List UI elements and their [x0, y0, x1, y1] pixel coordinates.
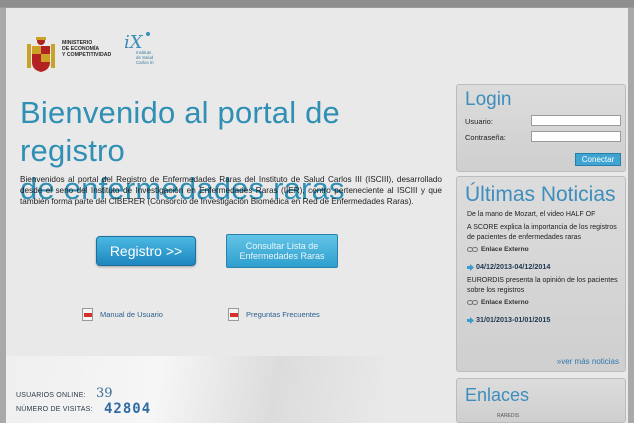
news-panel: Últimas Noticias De la mano de Mozart, e…	[456, 176, 626, 372]
login-panel: Login Usuario: Contraseña: Conectar	[456, 84, 626, 172]
ministry-name: MINISTERIO DE ECONOMÍA Y COMPETITIVIDAD	[62, 40, 112, 58]
login-title: Login	[465, 89, 512, 110]
more-news-link[interactable]: »ver más noticias	[557, 357, 619, 366]
password-input[interactable]	[531, 131, 621, 142]
arrow-right-icon	[467, 264, 474, 271]
news-title: Últimas Noticias	[465, 183, 616, 206]
links-panel: Enlaces RAREDIS	[456, 378, 626, 423]
online-users-count: 39	[96, 386, 113, 401]
news-date: 31/01/2013-01/01/2015	[467, 315, 621, 325]
isciii-logo-icon: iX	[124, 32, 150, 52]
username-input[interactable]	[531, 115, 621, 126]
visits-count: 42804	[104, 401, 152, 417]
preguntas-frecuentes-label: Preguntas Frecuentes	[246, 310, 320, 319]
manual-usuario-label: Manual de Usuario	[100, 310, 163, 319]
external-link-label: Enlace Externo	[481, 246, 529, 253]
news-date-label: 31/01/2013-01/01/2015	[476, 315, 551, 324]
password-label: Contraseña:	[465, 133, 506, 142]
intro-paragraph: Bienvenidos al portal del Registro de En…	[20, 175, 442, 206]
news-date: 04/12/2013-04/12/2014	[467, 262, 621, 272]
spain-coat-of-arms-icon	[27, 37, 55, 72]
chain-link-icon	[467, 247, 478, 252]
external-link[interactable]: Enlace Externo	[467, 245, 621, 254]
news-item-text: A SCORE explica la importancia de los re…	[467, 224, 617, 241]
links-item-snippet[interactable]: RAREDIS	[497, 413, 519, 419]
registro-button[interactable]: Registro >>	[96, 236, 196, 266]
svg-text:iX: iX	[124, 32, 144, 52]
links-title: Enlaces	[465, 385, 530, 405]
visits-label: NÚMERO DE VISITAS:	[16, 406, 93, 413]
username-label: Usuario:	[465, 117, 493, 126]
arrow-right-icon	[467, 317, 474, 324]
pdf-icon	[228, 308, 239, 321]
external-link-label: Enlace Externo	[481, 299, 529, 306]
conectar-button[interactable]: Conectar	[575, 153, 621, 166]
site-stats: USUARIOS ONLINE: 39 NÚMERO DE VISITAS: 4…	[16, 386, 216, 417]
chain-link-icon	[467, 300, 478, 305]
online-users-label: USUARIOS ONLINE:	[16, 392, 86, 399]
news-item-snippet: De la mano de Mozart, el video HALF OF	[467, 211, 596, 218]
pdf-icon	[82, 308, 93, 321]
news-date-label: 04/12/2013-04/12/2014	[476, 262, 551, 271]
external-link[interactable]: Enlace Externo	[467, 298, 621, 307]
browser-top-bar	[0, 0, 634, 8]
news-list[interactable]: De la mano de Mozart, el video HALF OF A…	[467, 211, 621, 329]
page-container: MINISTERIO DE ECONOMÍA Y COMPETITIVIDAD …	[6, 8, 628, 423]
news-item-text: EURORDIS presenta la opinión de los paci…	[467, 277, 618, 294]
isciii-name: Instituto de Salud Carlos III	[136, 50, 154, 65]
consultar-lista-button[interactable]: Consultar Lista de Enfermedades Raras	[226, 234, 338, 268]
